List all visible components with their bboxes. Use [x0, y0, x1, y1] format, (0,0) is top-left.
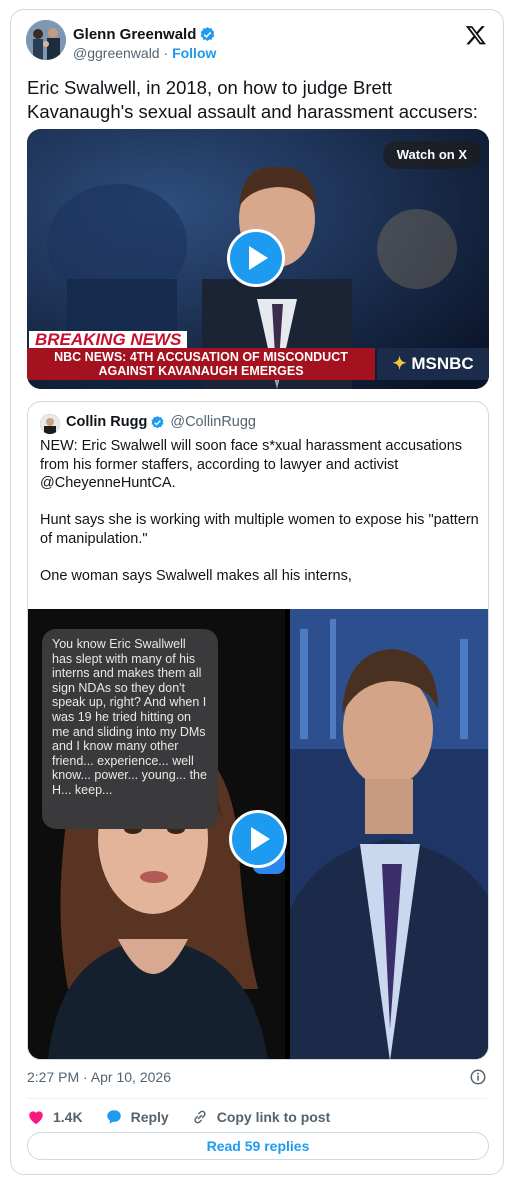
quote-author-row[interactable]: Collin Rugg @CollinRugg — [66, 414, 256, 430]
watch-on-x-button[interactable]: Watch on X — [382, 141, 481, 169]
like-button[interactable]: 1.4K — [27, 1108, 83, 1126]
action-bar: 1.4K Reply Copy link to post — [27, 1104, 330, 1130]
reply-bubble-icon — [106, 1110, 121, 1124]
copy-link-label: Copy link to post — [216, 1109, 331, 1125]
separator: · — [163, 45, 169, 61]
tweet-text: Eric Swalwell, in 2018, on how to judge … — [27, 77, 478, 122]
network-logo: ✦ MSNBC — [377, 348, 489, 380]
like-count: 1.4K — [53, 1109, 83, 1125]
heart-icon — [29, 1111, 43, 1125]
play-icon — [251, 827, 270, 851]
author-name-row[interactable]: Glenn Greenwald — [73, 26, 216, 43]
link-icon — [194, 1110, 206, 1124]
man-portrait-image — [290, 609, 488, 1059]
author-name[interactable]: Glenn Greenwald — [73, 26, 196, 43]
video-player[interactable]: Watch on X BREAKING NEWS NBC NEWS: 4TH A… — [27, 129, 489, 389]
text-message-bubble: You know Eric Swallwell has slept with m… — [42, 629, 218, 829]
quote-author-avatar[interactable] — [40, 414, 60, 434]
breaking-news-banner: BREAKING NEWS — [29, 331, 188, 349]
tweet-timestamp[interactable]: 2:27 PM · Apr 10, 2026 — [27, 1069, 171, 1085]
peacock-icon: ✦ — [392, 354, 407, 373]
quote-author-name[interactable]: Collin Rugg — [66, 414, 147, 430]
info-icon[interactable] — [469, 1068, 487, 1086]
headline-line-1: NBC NEWS: 4TH ACCUSATION OF MISCONDUCT — [54, 350, 348, 364]
read-replies-button[interactable]: Read 59 replies — [27, 1132, 489, 1160]
headline-line-2: AGAINST KAVANAUGH EMERGES — [98, 364, 304, 378]
play-button[interactable] — [229, 810, 287, 868]
tweet-card[interactable]: Glenn Greenwald @ggreenwald · Follow Eri… — [10, 9, 504, 1175]
x-logo-icon[interactable] — [465, 24, 487, 46]
video-right-panel — [290, 609, 488, 1059]
verified-badge-icon — [201, 27, 215, 41]
quote-paragraph-1: NEW: Eric Swalwell will soon face s*xual… — [40, 438, 463, 491]
play-icon — [249, 246, 268, 270]
quote-video-player[interactable]: You know Eric Swallwell has slept with m… — [28, 609, 488, 1059]
author-handle[interactable]: @ggreenwald — [73, 45, 160, 61]
quote-text: NEW: Eric Swalwell will soon face s*xual… — [40, 437, 480, 604]
headline-ticker: NBC NEWS: 4TH ACCUSATION OF MISCONDUCT A… — [27, 348, 375, 380]
quote-paragraph-2: Hunt says she is working with multiple w… — [40, 512, 479, 547]
quote-paragraph-3: One woman says Swalwell makes all his in… — [40, 567, 352, 584]
follow-link[interactable]: Follow — [172, 45, 216, 61]
author-handle-line: @ggreenwald · Follow — [73, 45, 216, 61]
quoted-tweet[interactable]: Collin Rugg @CollinRugg NEW: Eric Swalwe… — [27, 401, 489, 1060]
reply-button[interactable]: Reply — [105, 1108, 169, 1126]
reply-label: Reply — [130, 1109, 169, 1125]
divider — [27, 1098, 487, 1099]
copy-link-button[interactable]: Copy link to post — [191, 1108, 331, 1126]
verified-badge-icon — [151, 415, 164, 428]
network-name: MSNBC — [411, 354, 474, 373]
author-avatar[interactable] — [26, 20, 66, 60]
play-button[interactable] — [227, 229, 285, 287]
quote-author-handle[interactable]: @CollinRugg — [170, 414, 256, 430]
